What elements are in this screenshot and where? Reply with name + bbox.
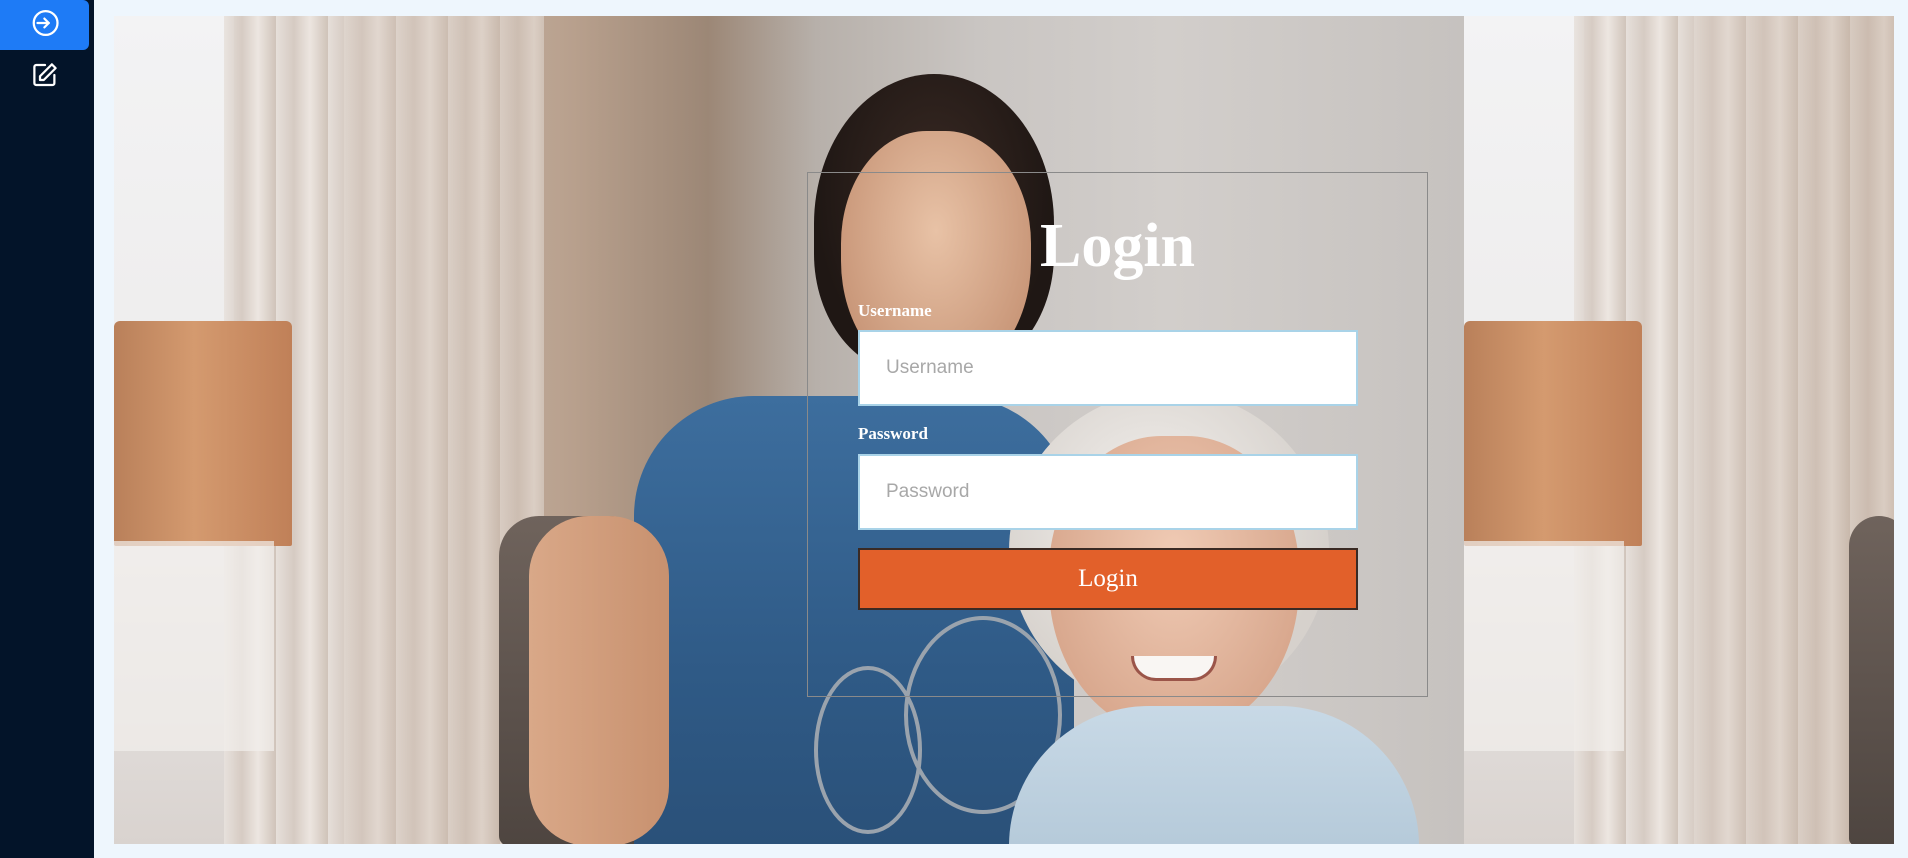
username-input[interactable] [858,330,1358,406]
password-label: Password [858,424,928,443]
login-title: Login [1039,212,1196,280]
sidebar-item-register[interactable] [0,52,89,102]
edit-icon [30,60,60,95]
background-photo-repeat [1464,16,1894,844]
login-button[interactable]: Login [858,548,1358,610]
sidebar [0,0,94,858]
password-input[interactable] [858,454,1358,530]
username-label: Username [858,301,932,320]
login-form: Login Username Password Login [807,172,1428,697]
sidebar-item-login[interactable] [0,0,89,50]
main-content: Login Username Password Login [114,16,1894,844]
login-icon [30,8,60,43]
